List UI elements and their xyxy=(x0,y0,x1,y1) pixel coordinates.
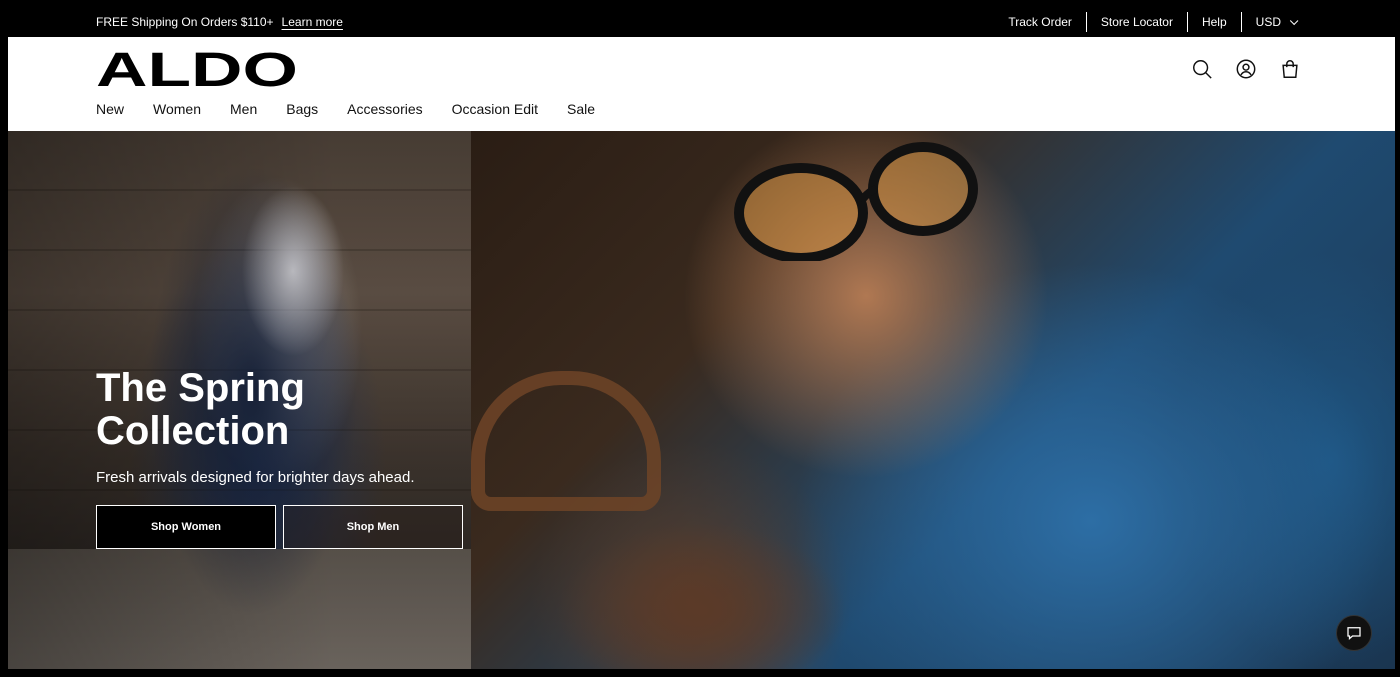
hero-copy: The Spring Collection Fresh arrivals des… xyxy=(96,366,416,487)
hero-banner: The Spring Collection Fresh arrivals des… xyxy=(8,131,1395,669)
handbag-handle-graphic xyxy=(471,371,661,511)
hero-subtitle: Fresh arrivals designed for brighter day… xyxy=(96,469,415,486)
hero-title: The Spring Collection xyxy=(96,366,305,453)
currency-label: USD xyxy=(1255,15,1281,29)
utility-nav: Track Order Store Locator Help USD xyxy=(994,7,1309,37)
shop-women-button[interactable]: Shop Women xyxy=(96,505,276,549)
chat-icon xyxy=(1347,627,1361,641)
nav-item-bags[interactable]: Bags xyxy=(286,101,318,117)
promo-message-group: FREE Shipping On Orders $110+ Learn more xyxy=(96,15,343,29)
svg-text:ALDO: ALDO xyxy=(96,49,298,89)
main-nav: New Women Men Bags Accessories Occasion … xyxy=(96,101,624,117)
nav-item-occasion-edit[interactable]: Occasion Edit xyxy=(452,101,538,117)
track-order-link[interactable]: Track Order xyxy=(994,12,1086,32)
currency-selector[interactable]: USD xyxy=(1240,12,1309,32)
chat-button[interactable] xyxy=(1336,615,1372,651)
nav-item-women[interactable]: Women xyxy=(153,101,201,117)
search-icon[interactable] xyxy=(1191,57,1213,81)
shop-men-button[interactable]: Shop Men xyxy=(283,505,463,549)
learn-more-link[interactable]: Learn more xyxy=(282,15,343,29)
site-header: ALDO New Women Men Bags Accessories Occa… xyxy=(8,37,1395,131)
aldo-logo[interactable]: ALDO xyxy=(96,49,298,89)
chevron-down-icon xyxy=(1289,16,1299,26)
nav-item-men[interactable]: Men xyxy=(230,101,257,117)
account-icon[interactable] xyxy=(1235,57,1257,81)
shopping-bag-icon[interactable] xyxy=(1279,57,1301,81)
header-actions xyxy=(1191,57,1301,81)
store-locator-link[interactable]: Store Locator xyxy=(1085,12,1187,32)
hero-image-right xyxy=(471,131,1395,669)
nav-item-accessories[interactable]: Accessories xyxy=(347,101,422,117)
help-link[interactable]: Help xyxy=(1186,12,1241,32)
nav-item-sale[interactable]: Sale xyxy=(567,101,595,117)
hero-cta-group: Shop Women Shop Men xyxy=(96,505,463,549)
promo-message: FREE Shipping On Orders $110+ xyxy=(96,15,274,29)
promo-bar: FREE Shipping On Orders $110+ Learn more… xyxy=(8,7,1395,37)
nav-item-new[interactable]: New xyxy=(96,101,124,117)
sunglasses-graphic xyxy=(734,142,978,261)
page: FREE Shipping On Orders $110+ Learn more… xyxy=(8,7,1395,669)
handbag-graphic xyxy=(531,491,871,669)
